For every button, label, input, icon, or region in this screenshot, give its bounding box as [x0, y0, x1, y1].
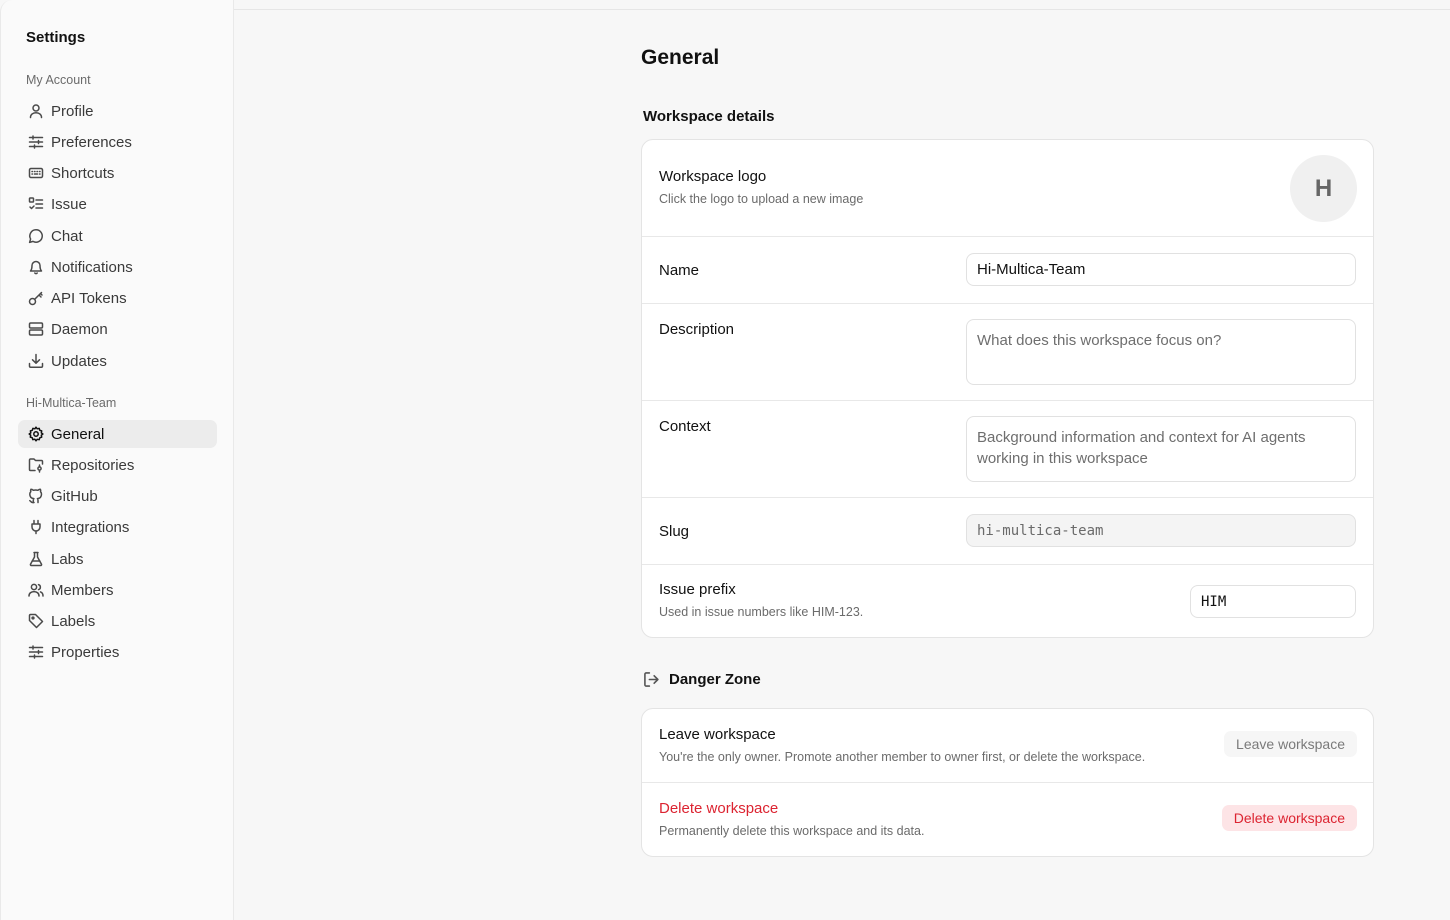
sidebar-item-daemon[interactable]: Daemon	[18, 315, 217, 343]
sliders-icon	[28, 644, 44, 660]
leave-workspace-row: Leave workspace You're the only owner. P…	[642, 709, 1373, 783]
users-icon	[28, 582, 44, 598]
sidebar-item-label: Daemon	[51, 320, 108, 338]
workspace-details-card: Workspace logo Click the logo to upload …	[641, 139, 1374, 638]
danger-zone-heading: Danger Zone	[643, 671, 761, 688]
delete-workspace-button[interactable]: Delete workspace	[1221, 805, 1357, 831]
page-title: General	[641, 46, 720, 69]
github-icon	[28, 488, 44, 504]
sidebar-item-label: Profile	[51, 102, 94, 120]
download-icon	[28, 353, 44, 369]
keyboard-icon	[28, 165, 44, 181]
sidebar-item-chat[interactable]: Chat	[18, 222, 217, 250]
sidebar-item-label: Properties	[51, 643, 120, 661]
settings-main: General Workspace details Workspace logo…	[235, 10, 1450, 920]
sidebar-item-label: Members	[51, 581, 114, 599]
group-label-team: Hi-Multica-Team	[26, 396, 117, 410]
log-out-icon	[644, 672, 659, 687]
slug-input[interactable]: hi-multica-team	[966, 514, 1356, 547]
sidebar-item-labs[interactable]: Labs	[18, 545, 217, 573]
sidebar-item-label: Updates	[51, 352, 107, 370]
plug-icon	[28, 519, 44, 535]
workspace-logo-row: Workspace logo Click the logo to upload …	[642, 140, 1373, 237]
sidebar-item-label: Preferences	[51, 133, 132, 151]
delete-workspace-hint: Permanently delete this workspace and it…	[659, 824, 925, 838]
chat-bubble-icon	[28, 228, 44, 244]
sidebar-item-label: Notifications	[51, 258, 133, 276]
folder-git-icon	[28, 457, 44, 473]
server-icon	[28, 321, 44, 337]
sidebar-item-notifications[interactable]: Notifications	[18, 253, 217, 281]
group-label-my-account: My Account	[26, 73, 91, 87]
description-textarea[interactable]: What does this workspace focus on?	[966, 319, 1356, 385]
sidebar-item-repositories[interactable]: Repositories	[18, 451, 217, 479]
issue-prefix-row: Issue prefix Used in issue numbers like …	[642, 565, 1373, 637]
delete-workspace-label: Delete workspace	[659, 800, 779, 817]
sidebar-item-shortcuts[interactable]: Shortcuts	[18, 159, 217, 187]
tag-icon	[28, 613, 44, 629]
name-input[interactable]: Hi-Multica-Team	[966, 253, 1356, 286]
key-icon	[28, 290, 44, 306]
context-row: Context Background information and conte…	[642, 401, 1373, 498]
sidebar-item-label: Integrations	[51, 518, 130, 536]
sidebar-item-label: GitHub	[51, 487, 98, 505]
description-label: Description	[659, 321, 735, 338]
workspace-logo-hint: Click the logo to upload a new image	[659, 192, 864, 206]
slug-label: Slug	[659, 523, 690, 540]
leave-workspace-button[interactable]: Leave workspace	[1224, 731, 1357, 757]
issue-prefix-label: Issue prefix	[659, 581, 736, 598]
leave-workspace-hint: You're the only owner. Promote another m…	[659, 750, 1146, 764]
user-icon	[28, 103, 44, 119]
sidebar-item-updates[interactable]: Updates	[18, 347, 217, 375]
issue-prefix-input[interactable]: HIM	[1190, 585, 1356, 618]
sidebar-item-label: Chat	[51, 227, 83, 245]
context-textarea[interactable]: Background information and context for A…	[966, 416, 1356, 482]
sidebar-item-api-tokens[interactable]: API Tokens	[18, 284, 217, 312]
sidebar-item-label: Labs	[51, 550, 84, 568]
name-row: Name Hi-Multica-Team	[642, 237, 1373, 304]
settings-sidebar: Settings My Account Profile Preferences …	[0, 0, 234, 920]
description-row: Description What does this workspace foc…	[642, 304, 1373, 401]
sidebar-item-label: API Tokens	[51, 289, 127, 307]
sidebar-item-label: General	[51, 425, 105, 443]
gear-icon	[28, 426, 44, 442]
delete-workspace-row: Delete workspace Permanently delete this…	[642, 783, 1373, 856]
slug-row: Slug hi-multica-team	[642, 498, 1373, 565]
sidebar-item-general[interactable]: General	[18, 420, 217, 448]
sidebar-item-github[interactable]: GitHub	[18, 482, 217, 510]
window-top-edge	[188, 0, 1450, 10]
context-label: Context	[659, 418, 711, 435]
sidebar-item-properties[interactable]: Properties	[18, 638, 217, 666]
sidebar-item-labels[interactable]: Labels	[18, 607, 217, 635]
section-title-workspace-details: Workspace details	[643, 108, 775, 125]
bell-icon	[28, 259, 44, 275]
danger-zone-card: Leave workspace You're the only owner. P…	[641, 708, 1374, 857]
sidebar-item-issue[interactable]: Issue	[18, 190, 217, 218]
issue-prefix-hint: Used in issue numbers like HIM-123.	[659, 605, 864, 619]
sidebar-item-members[interactable]: Members	[18, 576, 217, 604]
danger-zone-title: Danger Zone	[669, 671, 761, 688]
sidebar-item-profile[interactable]: Profile	[18, 97, 217, 125]
leave-workspace-label: Leave workspace	[659, 726, 776, 743]
sidebar-item-label: Issue	[51, 195, 87, 213]
sidebar-item-label: Labels	[51, 612, 96, 630]
sliders-icon	[28, 134, 44, 150]
sidebar-title: Settings	[26, 29, 86, 46]
sidebar-item-integrations[interactable]: Integrations	[18, 513, 217, 541]
flask-icon	[28, 551, 44, 567]
list-checks-icon	[28, 196, 44, 212]
sidebar-item-label: Repositories	[51, 456, 135, 474]
workspace-logo-label: Workspace logo	[659, 168, 767, 185]
sidebar-item-preferences[interactable]: Preferences	[18, 128, 217, 156]
name-label: Name	[659, 262, 700, 279]
workspace-logo-avatar[interactable]: H	[1290, 155, 1357, 222]
sidebar-item-label: Shortcuts	[51, 164, 115, 182]
